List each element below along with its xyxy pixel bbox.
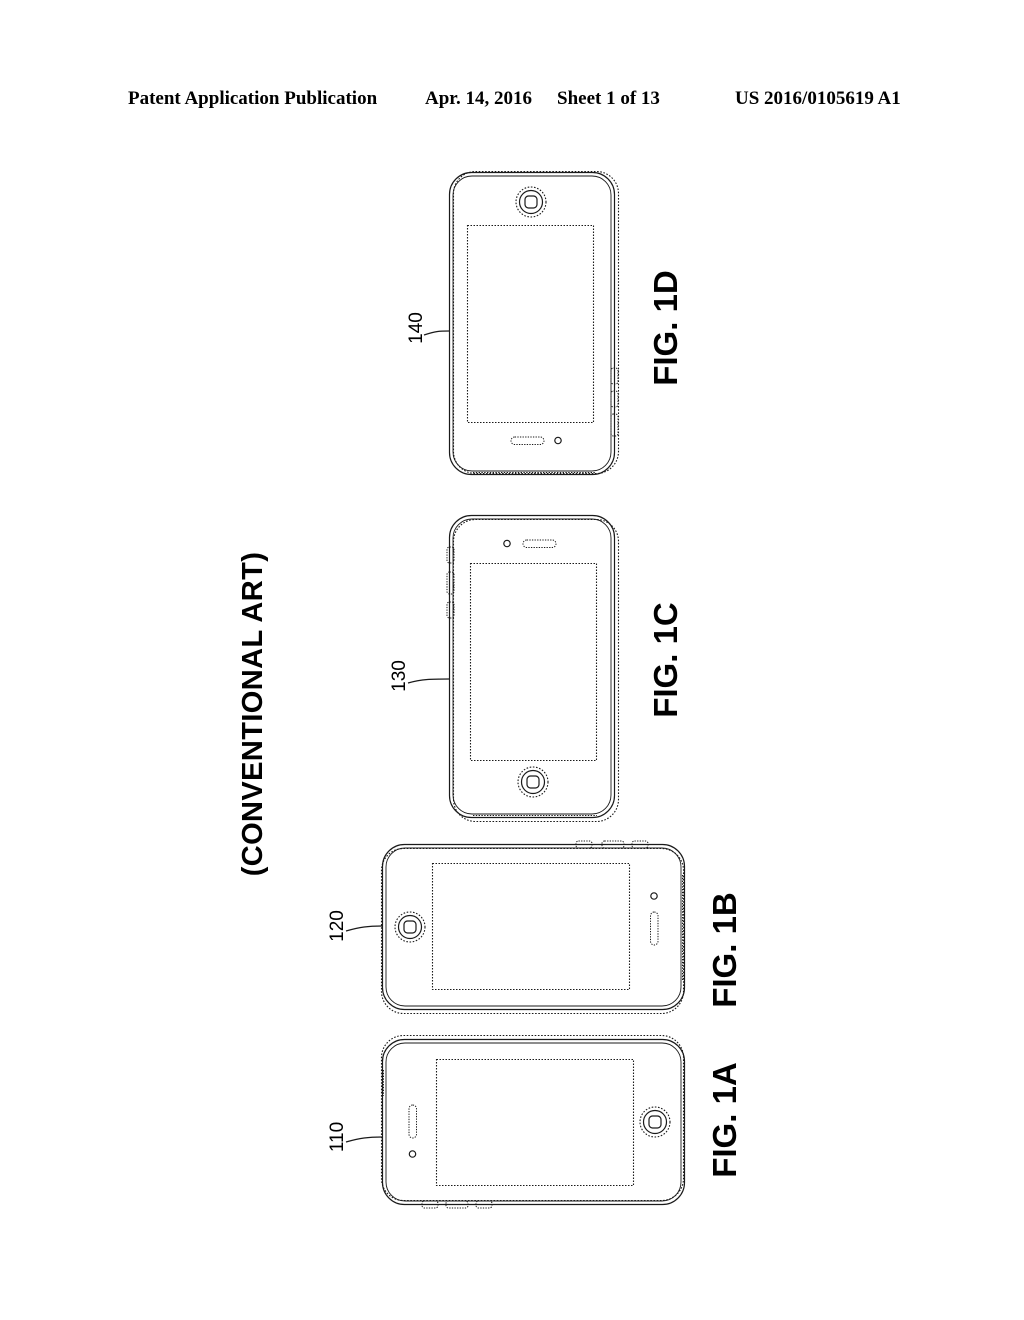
figure-caption-1c: FIG. 1C bbox=[647, 602, 684, 718]
figure-caption-1b: FIG. 1B bbox=[706, 892, 743, 1008]
figure-caption-1d: FIG. 1D bbox=[647, 270, 684, 386]
leader-line-120 bbox=[345, 925, 384, 932]
reference-leader-lines bbox=[345, 330, 450, 1143]
reference-numeral-130: 130 bbox=[389, 660, 410, 692]
reference-numeral-140: 140 bbox=[406, 312, 427, 344]
figure-caption-1a: FIG. 1A bbox=[706, 1062, 743, 1178]
leader-line-130 bbox=[407, 678, 450, 684]
patent-drawing-sheet: Patent Application Publication Apr. 14, … bbox=[0, 0, 1024, 1320]
leader-line-110 bbox=[345, 1136, 384, 1143]
reference-numeral-120: 120 bbox=[327, 910, 348, 942]
reference-numeral-110: 110 bbox=[327, 1121, 348, 1153]
